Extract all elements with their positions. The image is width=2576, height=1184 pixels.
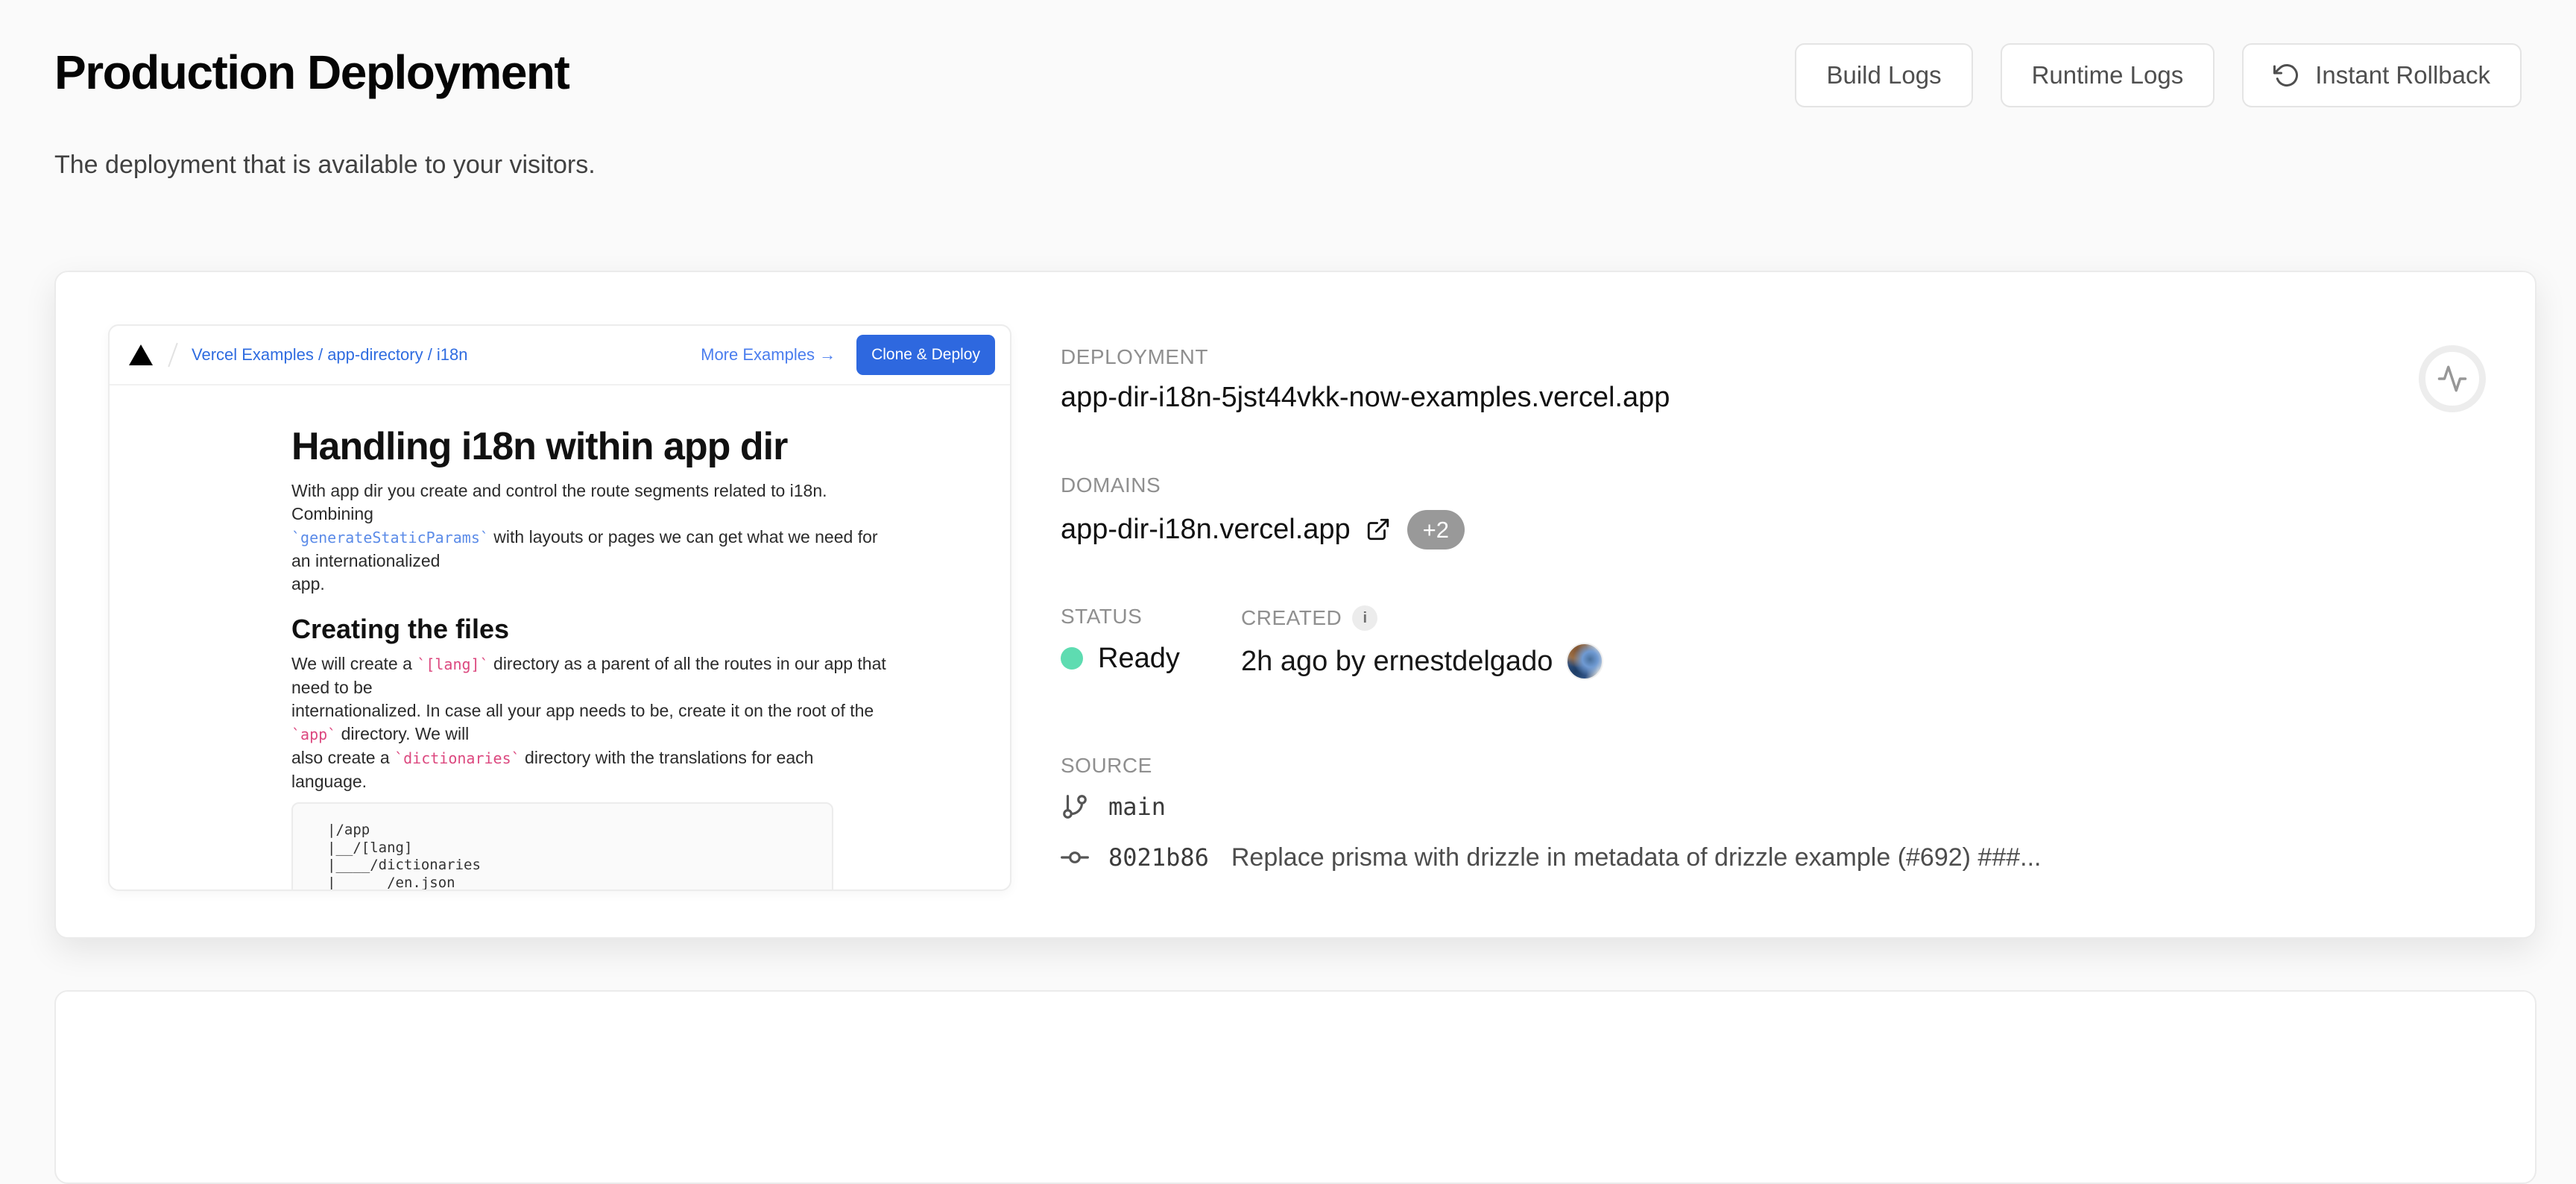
header-actions: Build Logs Runtime Logs Instant Rollback — [1795, 43, 2522, 107]
activity-pulse-icon — [2437, 363, 2468, 394]
external-link-icon — [1366, 517, 1391, 542]
vercel-triangle-logo-icon — [129, 344, 153, 365]
code-line: |__/[lang] — [327, 840, 832, 857]
article-paragraph-1: With app dir you create and control the … — [291, 479, 888, 596]
page-title: Production Deployment — [54, 45, 569, 100]
p1-line1: With app dir you create and control the … — [291, 481, 827, 523]
p2-line3: also create a — [291, 748, 394, 767]
activity-icon-button[interactable] — [2419, 345, 2486, 412]
domain-text: app-dir-i18n.vercel.app — [1061, 514, 1351, 546]
build-logs-label: Build Logs — [1826, 61, 1941, 89]
code-line: |____/dictionaries — [327, 857, 832, 875]
preview-breadcrumb: Vercel Examples / app-directory / i18n — [192, 345, 468, 365]
production-deployment-card: Vercel Examples / app-directory / i18n M… — [54, 271, 2536, 939]
source-label: SOURCE — [1061, 755, 2387, 777]
p1-line3: app. — [291, 574, 325, 593]
status-value: Ready — [1098, 643, 1180, 675]
status-label: STATUS — [1061, 605, 1142, 628]
more-examples-link: More Examples → — [701, 345, 836, 365]
deployment-preview-thumbnail[interactable]: Vercel Examples / app-directory / i18n M… — [108, 324, 1011, 891]
instant-rollback-button[interactable]: Instant Rollback — [2242, 43, 2522, 107]
branch-link[interactable]: main — [1061, 789, 2387, 825]
rollback-icon — [2273, 62, 2300, 89]
git-branch-icon — [1061, 793, 1089, 821]
branch-name: main — [1108, 793, 1166, 821]
preview-site-header: Vercel Examples / app-directory / i18n M… — [110, 326, 1010, 385]
commit-message: Replace prisma with drizzle in metadata … — [1231, 843, 2042, 872]
next-section-card — [54, 990, 2536, 1184]
inline-code-app: `app` — [291, 725, 336, 743]
p2-line1: We will create a — [291, 654, 417, 673]
deployment-details: DEPLOYMENT app-dir-i18n-5jst44vkk-now-ex… — [1061, 346, 2387, 875]
domain-link[interactable]: app-dir-i18n.vercel.app — [1061, 514, 1391, 546]
p2-line2-rest: directory. We will — [336, 724, 469, 743]
page-subtitle: The deployment that is available to your… — [54, 151, 596, 180]
created-label: CREATED — [1241, 607, 1342, 629]
preview-article: Handling i18n within app dir With app di… — [110, 385, 1010, 891]
commit-sha: 8021b86 — [1108, 843, 1209, 872]
creating-files-heading: Creating the files — [291, 614, 1010, 645]
code-line: |______/en.json — [327, 875, 832, 892]
inline-code-dictionaries: `dictionaries` — [394, 749, 520, 767]
article-title: Handling i18n within app dir — [291, 424, 1010, 469]
commit-link[interactable]: 8021b86 Replace prisma with drizzle in m… — [1061, 840, 2387, 875]
inline-code-generateStaticParams: `generateStaticParams` — [291, 529, 489, 547]
git-commit-icon — [1061, 843, 1089, 872]
slash-divider — [168, 343, 178, 368]
runtime-logs-button[interactable]: Runtime Logs — [2001, 43, 2215, 107]
article-paragraph-2: We will create a `[lang]` directory as a… — [291, 652, 888, 793]
deployment-label: DEPLOYMENT — [1061, 346, 2387, 368]
creator-avatar — [1566, 643, 1603, 680]
more-domains-badge[interactable]: +2 — [1407, 510, 1465, 550]
build-logs-button[interactable]: Build Logs — [1795, 43, 1972, 107]
p2-line2: internationalized. In case all your app … — [291, 701, 874, 720]
runtime-logs-label: Runtime Logs — [2032, 61, 2184, 89]
code-line: |/app — [327, 822, 832, 840]
created-value: 2h ago by ernestdelgado — [1241, 646, 1553, 678]
info-icon[interactable]: i — [1352, 605, 1377, 631]
instant-rollback-label: Instant Rollback — [2315, 61, 2490, 89]
deployment-url-link[interactable]: app-dir-i18n-5jst44vkk-now-examples.verc… — [1061, 380, 2387, 415]
clone-deploy-button: Clone & Deploy — [856, 335, 995, 375]
file-tree-code-block: |/app|__/[lang]|____/dictionaries|______… — [291, 802, 833, 891]
domains-label: DOMAINS — [1061, 474, 2387, 497]
status-ready-dot-icon — [1061, 647, 1083, 670]
inline-code-lang: `[lang]` — [417, 655, 488, 673]
